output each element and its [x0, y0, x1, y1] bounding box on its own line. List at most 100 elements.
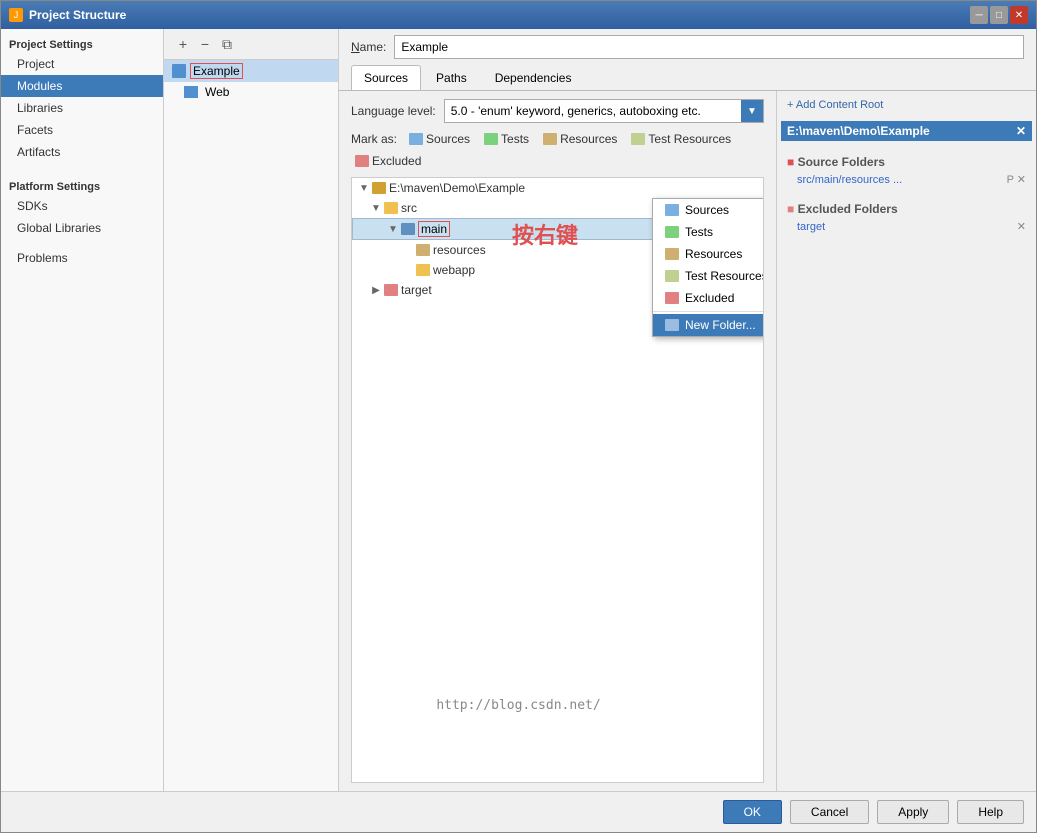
target-folder-icon	[384, 284, 398, 296]
tree-label-main: main	[418, 221, 450, 237]
sidebar-item-sdks[interactable]: SDKs	[1, 195, 163, 217]
language-level-row: Language level: 5.0 - 'enum' keyword, ge…	[351, 99, 764, 123]
context-item-new-folder[interactable]: New Folder...	[653, 314, 764, 336]
context-item-sources[interactable]: Sources Alt+S	[653, 199, 764, 221]
mark-excluded-btn[interactable]: Excluded	[351, 153, 425, 169]
main-folder-icon	[401, 223, 415, 235]
test-resources-folder-icon	[631, 133, 645, 145]
excluded-folders-section: ■ Excluded Folders target ✕	[781, 198, 1032, 235]
module-item-web[interactable]: Web	[164, 82, 338, 102]
title-bar: J Project Structure ─ □ ✕	[1, 1, 1036, 29]
tests-folder-icon	[484, 133, 498, 145]
context-testres-icon	[665, 270, 679, 282]
module-page: + − ⧉ Example Web	[164, 29, 1036, 791]
sidebar-item-libraries[interactable]: Libraries	[1, 97, 163, 119]
add-content-root-btn[interactable]: + Add Content Root	[781, 95, 1032, 115]
sidebar-item-facets[interactable]: Facets	[1, 119, 163, 141]
ok-button[interactable]: OK	[723, 800, 782, 824]
src-folder-icon	[384, 202, 398, 214]
path-close-icon[interactable]: ✕	[1016, 124, 1026, 138]
source-path-remove-icon[interactable]: P ✕	[1007, 173, 1026, 186]
module-list: Example Web	[164, 60, 338, 791]
module-icon-example	[172, 64, 186, 78]
tree-label-src: src	[401, 201, 417, 215]
file-tree[interactable]: ▼ E:\maven\Demo\Example ▼ src	[351, 177, 764, 783]
app-icon: J	[9, 8, 23, 22]
sidebar-divider-2	[1, 239, 163, 247]
sidebar-item-problems[interactable]: Problems	[1, 247, 163, 269]
context-item-tests[interactable]: Tests Alt+T	[653, 221, 764, 243]
context-tests-icon	[665, 226, 679, 238]
sidebar-item-project[interactable]: Project	[1, 53, 163, 75]
cancel-button[interactable]: Cancel	[790, 800, 869, 824]
remove-module-button[interactable]: −	[194, 33, 216, 55]
content-left: Language level: 5.0 - 'enum' keyword, ge…	[339, 91, 776, 791]
language-level-label: Language level:	[351, 104, 436, 118]
bottom-bar: OK Cancel Apply Help	[1, 791, 1036, 832]
tree-label-webapp: webapp	[433, 263, 475, 277]
mark-resources-btn[interactable]: Resources	[539, 131, 621, 147]
source-path-row[interactable]: src/main/resources ... P ✕	[781, 171, 1032, 188]
context-item-excluded[interactable]: Excluded Alt+E	[653, 287, 764, 309]
tab-sources[interactable]: Sources	[351, 65, 421, 90]
language-level-value: 5.0 - 'enum' keyword, generics, autoboxi…	[445, 102, 741, 120]
tree-toggle-src[interactable]: ▼	[368, 200, 384, 216]
tree-toggle-resources[interactable]: ▶	[400, 242, 416, 258]
minimize-button[interactable]: ─	[970, 6, 988, 24]
excluded-folder-icon	[355, 155, 369, 167]
tree-toggle-root[interactable]: ▼	[356, 180, 372, 196]
tabs-bar: Sources Paths Dependencies	[339, 65, 1036, 91]
name-bar: Name:	[339, 29, 1036, 65]
mark-tests-btn[interactable]: Tests	[480, 131, 533, 147]
close-button[interactable]: ✕	[1010, 6, 1028, 24]
context-sources-icon	[665, 204, 679, 216]
name-label: Name:	[351, 40, 386, 54]
excluded-path-row[interactable]: target ✕	[781, 218, 1032, 235]
context-item-resources[interactable]: Resources	[653, 243, 764, 265]
add-module-button[interactable]: +	[172, 33, 194, 55]
copy-module-button[interactable]: ⧉	[216, 33, 238, 55]
language-level-dropdown-btn[interactable]: ▼	[741, 100, 763, 122]
root-folder-icon	[372, 182, 386, 194]
tree-toggle-webapp[interactable]: ▶	[400, 262, 416, 278]
mark-as-label: Mark as:	[351, 132, 397, 146]
path-header-bar: E:\maven\Demo\Example ✕	[781, 121, 1032, 141]
context-item-test-resources[interactable]: Test Resources	[653, 265, 764, 287]
tree-toggle-target[interactable]: ▶	[368, 282, 384, 298]
sidebar-item-modules[interactable]: Modules	[1, 75, 163, 97]
module-item-example[interactable]: Example	[164, 60, 338, 82]
help-button[interactable]: Help	[957, 800, 1024, 824]
project-structure-window: J Project Structure ─ □ ✕ Project Settin…	[0, 0, 1037, 833]
sidebar-item-global-libraries[interactable]: Global Libraries	[1, 217, 163, 239]
module-list-panel: + − ⧉ Example Web	[164, 29, 339, 791]
source-folders-section: ■ Source Folders src/main/resources ... …	[781, 151, 1032, 188]
excluded-path-remove-icon[interactable]: ✕	[1017, 220, 1026, 233]
mark-sources-btn[interactable]: Sources	[405, 131, 474, 147]
context-excluded-icon	[665, 292, 679, 304]
excluded-folders-label: ■ Excluded Folders	[781, 198, 1032, 218]
maximize-button[interactable]: □	[990, 6, 1008, 24]
module-toolbar: + − ⧉	[164, 29, 338, 60]
apply-button[interactable]: Apply	[877, 800, 949, 824]
tab-dependencies[interactable]: Dependencies	[482, 65, 585, 90]
window-controls: ─ □ ✕	[970, 6, 1028, 24]
module-icon-web	[184, 86, 198, 98]
module-right-panel: Name: Sources Paths Dependencies Languag…	[339, 29, 1036, 791]
name-input[interactable]	[394, 35, 1024, 59]
context-menu: Sources Alt+S Tests Alt+T	[652, 198, 764, 337]
source-folders-label: ■ Source Folders	[781, 151, 1032, 171]
tree-item-root[interactable]: ▼ E:\maven\Demo\Example	[352, 178, 763, 198]
sidebar-item-artifacts[interactable]: Artifacts	[1, 141, 163, 163]
tree-label-root: E:\maven\Demo\Example	[389, 181, 525, 195]
info-panel: + Add Content Root E:\maven\Demo\Example…	[776, 91, 1036, 791]
sidebar-divider-1	[1, 163, 163, 171]
context-resources-icon	[665, 248, 679, 260]
sidebar: Project Settings Project Modules Librari…	[1, 29, 164, 791]
tree-toggle-main[interactable]: ▼	[385, 221, 401, 237]
tree-label-target: target	[401, 283, 432, 297]
mark-test-resources-btn[interactable]: Test Resources	[627, 131, 735, 147]
main-content: Project Settings Project Modules Librari…	[1, 29, 1036, 791]
tab-paths[interactable]: Paths	[423, 65, 480, 90]
language-level-select[interactable]: 5.0 - 'enum' keyword, generics, autoboxi…	[444, 99, 764, 123]
platform-settings-title: Platform Settings	[1, 175, 163, 195]
